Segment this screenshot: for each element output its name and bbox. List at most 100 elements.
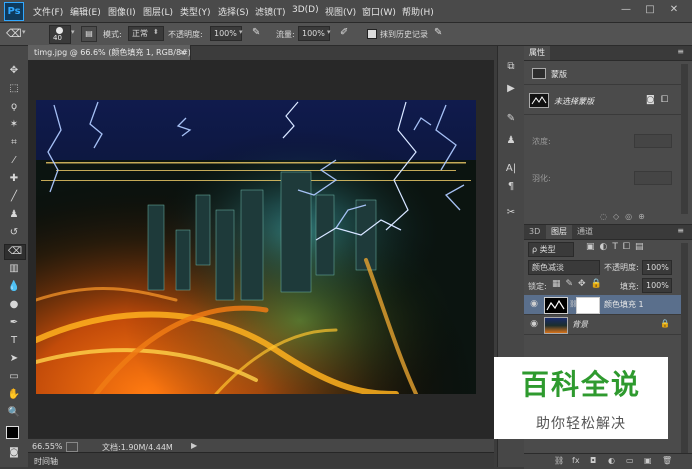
dodge-tool-icon[interactable]: ●: [4, 298, 24, 312]
layer-filter-icons[interactable]: ▣◐T⧠▤: [586, 242, 649, 252]
new-layer-icon[interactable]: ▣: [644, 456, 652, 465]
layer-filter-select[interactable]: ρ 类型: [528, 242, 574, 257]
close-button[interactable]: ✕: [666, 3, 682, 17]
hand-tool-icon[interactable]: ✋: [4, 388, 24, 402]
healing-brush-tool-icon[interactable]: ✚: [4, 172, 24, 186]
shape-tool-icon[interactable]: ▭: [4, 370, 24, 384]
lasso-tool-icon[interactable]: ϙ: [4, 100, 24, 114]
actions-panel-icon[interactable]: ▶: [503, 82, 519, 96]
visibility-eye-icon[interactable]: ◉: [528, 319, 540, 329]
feather-input[interactable]: [634, 171, 672, 185]
character-panel-icon[interactable]: A|: [503, 162, 519, 176]
lock-icons[interactable]: ▦✎✥🔒: [552, 279, 607, 289]
zoom-level[interactable]: 66.55%: [32, 442, 63, 451]
timeline-bar[interactable]: 时间轴: [28, 452, 494, 468]
menu-window[interactable]: 窗口(W): [362, 5, 396, 18]
panel-menu-icon[interactable]: ≡: [677, 226, 684, 235]
close-icon[interactable]: ✕: [179, 45, 186, 60]
chevron-down-icon[interactable]: ⬍: [153, 28, 159, 36]
history-checkbox[interactable]: [367, 29, 377, 39]
clone-stamp-tool-icon[interactable]: ♟: [4, 208, 24, 222]
path-selection-tool-icon[interactable]: ➤: [4, 352, 24, 366]
type-tool-icon[interactable]: T: [4, 334, 24, 348]
properties-scrollbar[interactable]: [681, 64, 688, 214]
history-panel-icon[interactable]: ⧉: [503, 60, 519, 74]
history-brush-tool-icon[interactable]: ↺: [4, 226, 24, 240]
layer-mask-thumbnail[interactable]: [576, 297, 600, 314]
pixel-mask-icon[interactable]: ◙: [646, 95, 655, 105]
tab-channels[interactable]: 通道: [572, 225, 598, 239]
marquee-tool-icon[interactable]: ⬚: [4, 82, 24, 96]
layers-scrollbar[interactable]: [681, 243, 688, 453]
menu-view[interactable]: 视图(V): [325, 5, 356, 18]
chevron-down-icon[interactable]: ▾: [239, 28, 243, 36]
menu-layer[interactable]: 图层(L): [143, 5, 173, 18]
chevron-down-icon[interactable]: ▾: [71, 28, 75, 36]
visibility-eye-icon[interactable]: ◉: [528, 299, 540, 309]
magic-wand-tool-icon[interactable]: ✶: [4, 118, 24, 132]
panel-menu-icon[interactable]: ≡: [677, 47, 684, 56]
export-icon[interactable]: [66, 442, 78, 452]
brush-panel-toggle-icon[interactable]: ▤: [81, 26, 97, 42]
watermark-title: 百科全说: [520, 368, 641, 401]
new-group-icon[interactable]: ▭: [626, 456, 634, 465]
layer-name: 背景: [572, 320, 588, 329]
tab-properties[interactable]: 属性: [524, 46, 550, 60]
menu-filter[interactable]: 滤镜(T): [255, 5, 286, 18]
paragraph-panel-icon[interactable]: ¶: [503, 180, 519, 194]
chevron-down-icon[interactable]: ▾: [22, 28, 26, 36]
menu-select[interactable]: 选择(S): [218, 5, 249, 18]
chevron-right-icon[interactable]: ▶: [191, 441, 197, 450]
crop-tool-icon[interactable]: ⌗: [4, 136, 24, 150]
eraser-tool-icon[interactable]: ⌫: [4, 244, 26, 260]
layer-opacity-label: 不透明度:: [604, 263, 639, 272]
vector-mask-icon[interactable]: ⧠: [661, 95, 668, 105]
layer-opacity-input[interactable]: 100%: [642, 260, 672, 275]
tab-3d[interactable]: 3D: [524, 225, 545, 239]
minimize-button[interactable]: —: [618, 3, 634, 17]
opacity-input[interactable]: 100%: [210, 26, 242, 41]
fill-input[interactable]: 100%: [642, 278, 672, 293]
zoom-tool-icon[interactable]: 🔍: [4, 406, 24, 420]
flow-input[interactable]: 100%: [298, 26, 330, 41]
density-input[interactable]: [634, 134, 672, 148]
quick-mask-icon[interactable]: ◙: [4, 446, 24, 460]
fx-icon[interactable]: fx: [572, 456, 580, 465]
mask-thumbnail[interactable]: [529, 93, 549, 108]
pressure-opacity-icon[interactable]: ✎: [252, 27, 260, 38]
adjustment-layer-icon[interactable]: ◐: [608, 456, 615, 465]
add-mask-icon[interactable]: ◘: [590, 456, 596, 465]
airbrush-icon[interactable]: ✐: [340, 27, 348, 38]
menu-image[interactable]: 图像(I): [108, 5, 136, 18]
pressure-size-icon[interactable]: ✎: [434, 27, 442, 38]
clone-source-panel-icon[interactable]: ♟: [503, 134, 519, 148]
tab-layers[interactable]: 图层: [546, 225, 572, 239]
brush-tool-icon[interactable]: ╱: [4, 190, 24, 204]
menu-type[interactable]: 类型(Y): [180, 5, 211, 18]
menu-file[interactable]: 文件(F): [33, 5, 63, 18]
eyedropper-tool-icon[interactable]: ⁄: [4, 154, 24, 168]
properties-footer-icons[interactable]: ◌◇◎⊕: [600, 212, 651, 221]
eraser-tool-preset-icon[interactable]: ⌫: [6, 27, 22, 40]
layer-row[interactable]: ◉ ⛓ 颜色填充 1: [524, 295, 684, 315]
menu-edit[interactable]: 编辑(E): [70, 5, 101, 18]
foreground-color-swatch[interactable]: [6, 426, 19, 439]
brush-panel-icon[interactable]: ✎: [503, 112, 519, 126]
delete-layer-icon[interactable]: 🗑: [662, 456, 672, 465]
pen-tool-icon[interactable]: ✒: [4, 316, 24, 330]
document-tab[interactable]: timg.jpg @ 66.6% (颜色填充 1, RGB/8#) * ✕: [28, 45, 191, 60]
brush-size-value: 40: [53, 34, 62, 42]
maximize-button[interactable]: □: [642, 3, 658, 17]
brush-preview[interactable]: 40: [49, 25, 71, 44]
gradient-tool-icon[interactable]: ▥: [4, 262, 24, 276]
chevron-down-icon[interactable]: ▾: [327, 28, 331, 36]
menu-help[interactable]: 帮助(H): [402, 5, 434, 18]
menu-3d[interactable]: 3D(D): [292, 5, 319, 15]
document-image[interactable]: [36, 100, 476, 394]
move-tool-icon[interactable]: ✥: [4, 64, 24, 78]
blur-tool-icon[interactable]: 💧: [4, 280, 24, 294]
tools-panel-icon[interactable]: ✂: [503, 206, 519, 220]
blend-mode-select[interactable]: 颜色减淡: [528, 260, 600, 275]
link-layers-icon[interactable]: ⛓: [554, 456, 564, 465]
layer-row[interactable]: ◉ 背景 🔒: [524, 315, 684, 335]
